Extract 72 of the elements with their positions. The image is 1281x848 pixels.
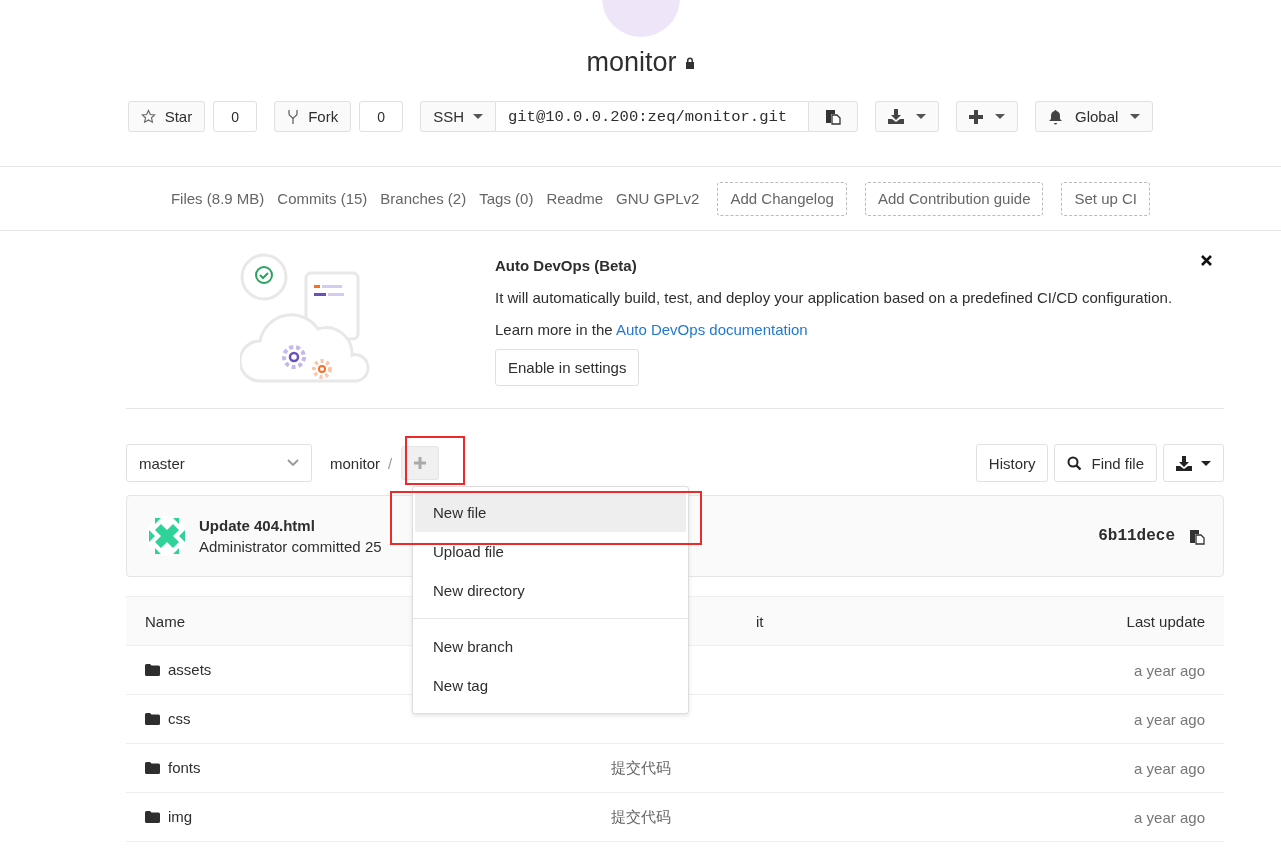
download-icon: [888, 109, 904, 124]
folder-link[interactable]: img: [168, 808, 193, 826]
menu-item[interactable]: Upload file: [415, 532, 686, 571]
close-icon[interactable]: [1201, 255, 1212, 266]
last-update-text: a year ago: [1134, 808, 1205, 826]
commit-message-link[interactable]: 提交代码: [611, 807, 671, 825]
commit-title[interactable]: Update 404.html: [199, 517, 315, 534]
stat-link[interactable]: Readme: [546, 190, 604, 207]
folder-link[interactable]: css: [168, 710, 191, 728]
folder-icon: [145, 663, 160, 676]
project-name: monitor: [586, 47, 677, 78]
search-icon: [1067, 455, 1083, 471]
add-button[interactable]: [956, 101, 1018, 132]
last-update-text: a year ago: [1134, 710, 1205, 728]
folder-icon: [145, 761, 160, 774]
banner-title: Auto DevOps (Beta): [495, 257, 638, 274]
enable-settings-button[interactable]: Enable in settings: [495, 349, 640, 386]
commit-author-text: Administrator committed 25: [199, 538, 382, 555]
clipboard-icon: [825, 108, 841, 125]
caret-icon: [995, 114, 1005, 119]
documentation-link[interactable]: Auto DevOps documentation: [615, 321, 808, 338]
stat-link[interactable]: Commits (15): [277, 190, 368, 207]
identicon-icon: [147, 516, 187, 556]
plus-icon: [969, 109, 983, 124]
bell-icon: [1048, 108, 1063, 125]
menu-item[interactable]: New tag: [415, 666, 686, 705]
count-badge[interactable]: 0: [213, 101, 258, 132]
folder-link[interactable]: fonts: [168, 759, 201, 777]
stat-link[interactable]: Files (8.9 MB): [170, 190, 265, 207]
menu-item[interactable]: New file: [415, 493, 686, 532]
breadcrumb-link[interactable]: monitor: [330, 454, 381, 472]
notification-dropdown[interactable]: Global: [1035, 101, 1154, 132]
fork-icon: [287, 108, 300, 125]
stat-link[interactable]: GNU GPLv2: [616, 190, 700, 207]
last-update-text: a year ago: [1134, 759, 1205, 777]
star-icon: [140, 109, 156, 124]
caret-icon: [916, 114, 926, 119]
last-update-text: a year ago: [1134, 661, 1205, 679]
clone-url-field[interactable]: git@10.0.0.200:zeq/monitor.git: [496, 101, 808, 132]
star-button[interactable]: Star: [127, 101, 206, 132]
caret-icon: [473, 114, 483, 119]
download-icon: [1176, 455, 1192, 471]
add-file-button[interactable]: [401, 446, 440, 480]
caret-icon: [1130, 114, 1141, 119]
history-button[interactable]: History: [975, 444, 1049, 482]
fork-button[interactable]: Fork: [274, 101, 352, 132]
suggestion-button[interactable]: Add Changelog: [717, 181, 847, 216]
caret-icon: [1201, 460, 1211, 466]
folder-icon: [145, 712, 160, 725]
plus-icon: [414, 457, 427, 469]
clipboard-icon[interactable]: [1189, 527, 1205, 545]
protocol-dropdown[interactable]: SSH: [420, 101, 496, 132]
commit-message-link[interactable]: 提交代码: [611, 758, 671, 776]
column-header: it: [756, 612, 764, 630]
suggestion-button[interactable]: Set up CI: [1061, 181, 1151, 216]
copy-button[interactable]: [808, 101, 858, 132]
suggestion-button[interactable]: Add Contribution guide: [864, 181, 1044, 216]
download-button[interactable]: [875, 101, 939, 132]
commit-sha[interactable]: 6b11dece: [1098, 527, 1175, 545]
find-file-button[interactable]: Find file: [1054, 444, 1157, 482]
folder-icon: [145, 810, 160, 823]
count-badge[interactable]: 0: [359, 101, 404, 132]
stat-link[interactable]: Branches (2): [380, 190, 467, 207]
download-dropdown[interactable]: [1163, 444, 1224, 482]
path-separator: /: [388, 454, 393, 472]
column-header: Last update: [984, 596, 1224, 646]
banner-description: It will automatically build, test, and deploy your application based on a predefined CI/CD configuration.: [495, 289, 1173, 306]
folder-link[interactable]: assets: [168, 661, 212, 679]
learn-more-text: Learn more in the Auto DevOps documentation: [495, 321, 809, 338]
stat-link[interactable]: Tags (0): [479, 190, 534, 207]
chevron-down-icon: [287, 459, 299, 467]
branch-dropdown[interactable]: master: [126, 444, 312, 482]
